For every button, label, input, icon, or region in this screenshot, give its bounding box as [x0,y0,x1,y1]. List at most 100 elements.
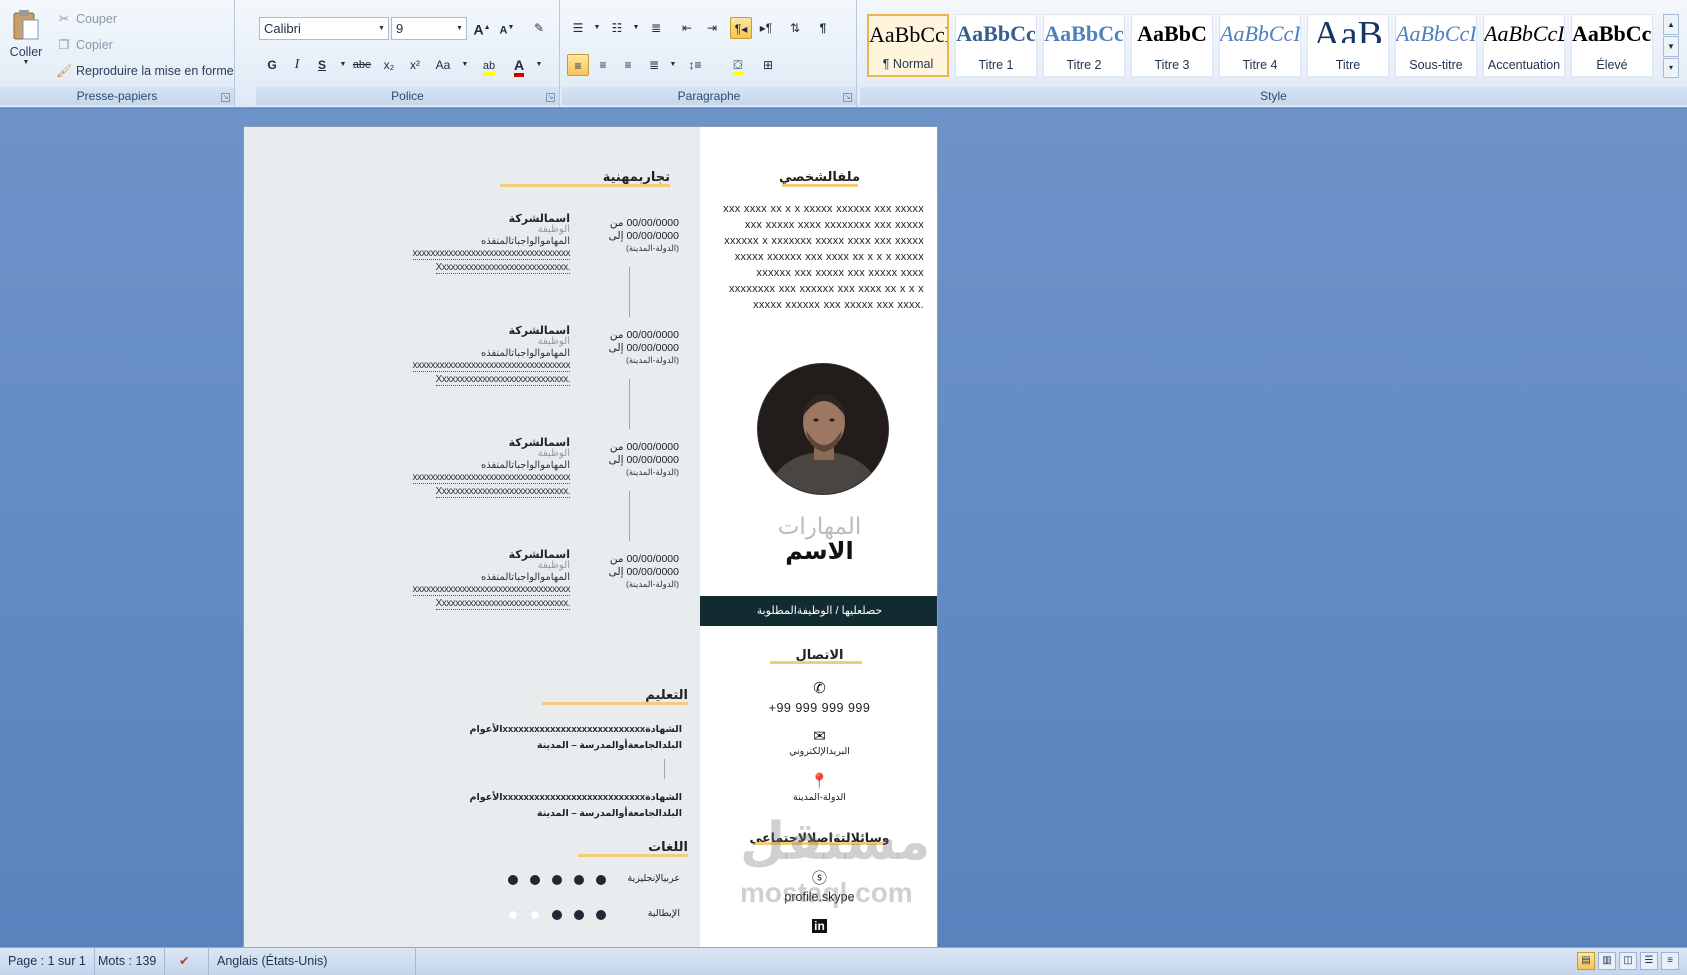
increase-indent-button[interactable]: ⇥ [701,17,723,39]
cut-button[interactable]: ✂ Couper [56,8,117,30]
document-area: تجاربمهنية اسمالشركة الوظيفة المهاموالواجب… [0,109,1687,947]
language-level-dot [530,875,540,885]
phone-icon: ✆ [813,680,826,697]
style-gallery-item[interactable]: AaBbCcI Élevé [1571,14,1653,77]
profile-text: xxx xxxx xx x x xxxxx xxxxxx xxx xxxxx x… [723,203,924,311]
clipboard-group-label: Presse-papiers [0,87,234,105]
job-to: 00/00/0000 إلى [608,342,679,354]
language-level-dot [596,910,606,920]
job-from: 00/00/0000 من [609,441,679,453]
timeline-line [664,759,665,779]
style-gallery-item[interactable]: AaBbC Titre 3 [1131,14,1213,77]
paste-button[interactable]: Coller ▼ [4,6,48,82]
document-page[interactable]: تجاربمهنية اسمالشركة الوظيفة المهاموالواجب… [243,126,938,947]
outline-view-icon[interactable]: ☰ [1640,952,1658,970]
print-layout-view-icon[interactable]: ▤ [1577,952,1595,970]
dialog-launcher-icon[interactable]: ↘ [546,93,555,102]
line-spacing-button[interactable]: ↕≡ [684,54,706,76]
language-status[interactable]: Anglais (États-Unis) [209,948,416,975]
chevron-down-icon[interactable]: ▼ [586,17,608,39]
bold-button[interactable]: G [261,54,283,76]
outdent-icon: ⇤ [681,21,693,35]
experience-title: تجاربمهنية [602,169,670,184]
style-preview: AaBbCc [956,21,1036,46]
style-preview: AaBbCcD [869,22,947,47]
chevron-down-icon[interactable]: ▼ [625,17,647,39]
font-color-icon: A [513,57,525,77]
scroll-down-button[interactable]: ▼ [1663,36,1679,57]
borders-button[interactable]: ⊞ [757,54,779,76]
superscript-button[interactable]: x² [404,54,426,76]
dialog-launcher-icon[interactable]: ↘ [843,93,852,102]
rtl-button[interactable]: ¶◂ [730,17,752,39]
timeline-line [629,379,630,429]
grow-font-button[interactable]: A▲ [471,17,493,39]
style-gallery-item[interactable]: AaBbCc Titre 2 [1043,14,1125,77]
language-level-dot [530,910,540,920]
style-name: Titre 4 [1242,58,1278,72]
underline-button[interactable]: S [311,54,333,76]
ltr-button[interactable]: ▸¶ [755,17,777,39]
language-level-dot [596,875,606,885]
job-x1: xxxxxxxxxxxxxxxxxxxxxxxxxxxxxxxxxxx [412,472,570,484]
show-marks-button[interactable]: ¶ [812,17,834,39]
language-name: الإيطالية [647,908,680,919]
draft-view-icon[interactable]: ≡ [1661,952,1679,970]
style-preview: AaBbC [1137,21,1207,46]
align-left-button[interactable]: ≡ [567,54,589,76]
style-gallery-item[interactable]: AaBbCcD Accentuation [1483,14,1565,77]
style-preview: AaB [1313,14,1383,43]
job-x2: Xxxxxxxxxxxxxxxxxxxxxxxxxxxxx. [435,598,571,610]
scroll-up-button[interactable]: ▲ [1663,14,1679,35]
format-painter-button[interactable]: 🖌 Reproduire la mise en forme [56,60,234,82]
job-from: 00/00/0000 من [609,217,679,229]
style-gallery-item[interactable]: AaBbCcI Titre 4 [1219,14,1301,77]
job-title: الوظيفة [537,560,570,571]
full-screen-reading-icon[interactable]: ▥ [1598,952,1616,970]
italic-button[interactable]: I [286,54,308,76]
align-right-button[interactable]: ≡ [617,54,639,76]
word-count[interactable]: Mots : 139 [90,948,166,975]
experience-entry: اسمالشركة الوظيفة المهاموالواجباتالمنفذه xx… [244,436,700,516]
decrease-indent-button[interactable]: ⇤ [676,17,698,39]
shading-button[interactable]: ⛋ [727,54,749,76]
copy-button[interactable]: ❐ Copier [56,34,112,56]
phone-number: +99 999 999 999 [768,701,871,715]
clear-format-button[interactable]: ✎ [528,17,550,39]
change-case-button[interactable]: Aa [432,54,454,76]
dialog-launcher-icon[interactable]: ↘ [221,93,230,102]
multilevel-button[interactable]: ≣ [645,17,667,39]
chevron-down-icon[interactable]: ▼ [528,54,550,76]
font-name-combo[interactable]: Calibri ▼ [259,17,389,40]
brush-icon: 🖌 [56,64,72,78]
title-underline [770,661,862,664]
font-group-label: Police [256,87,559,105]
profile-title: ملفالشخصي [778,169,861,184]
more-styles-button[interactable]: ▾ [1663,58,1679,78]
font-size-combo[interactable]: 9 ▼ [391,17,467,40]
chevron-down-icon[interactable]: ▼ [662,54,684,76]
page-count[interactable]: Page : 1 sur 1 [0,948,95,975]
style-name: Sous-titre [1409,58,1463,72]
scissors-icon: ✂ [58,12,70,26]
chevron-down-icon[interactable]: ▼ [454,54,476,76]
style-gallery-item[interactable]: AaBbCcD ¶ Normal [867,14,949,77]
highlight-button[interactable]: ab [478,54,500,76]
font-color-button[interactable]: A [508,54,530,77]
web-layout-icon[interactable]: ◫ [1619,952,1637,970]
style-gallery-item[interactable]: AaBbCcI Sous-titre [1395,14,1477,77]
style-gallery-item[interactable]: AaBbCc Titre 1 [955,14,1037,77]
education-title: التعليم [645,687,688,702]
job-x1: xxxxxxxxxxxxxxxxxxxxxxxxxxxxxxxxxxx [412,584,570,596]
strikethrough-button[interactable]: abe [351,54,373,76]
title-underline [542,702,688,705]
sort-button[interactable]: ⇅ [784,17,806,39]
shrink-font-button[interactable]: A▼ [496,17,518,39]
paste-icon [13,10,39,40]
proofing-icon[interactable]: ✔📖 [171,948,209,975]
rtl-paragraph-icon: ¶◂ [734,22,748,36]
chevron-down-icon: ▼ [456,25,463,32]
style-gallery-item[interactable]: AaB Titre [1307,14,1389,77]
subscript-button[interactable]: x₂ [378,54,400,76]
align-center-button[interactable]: ≡ [592,54,614,76]
